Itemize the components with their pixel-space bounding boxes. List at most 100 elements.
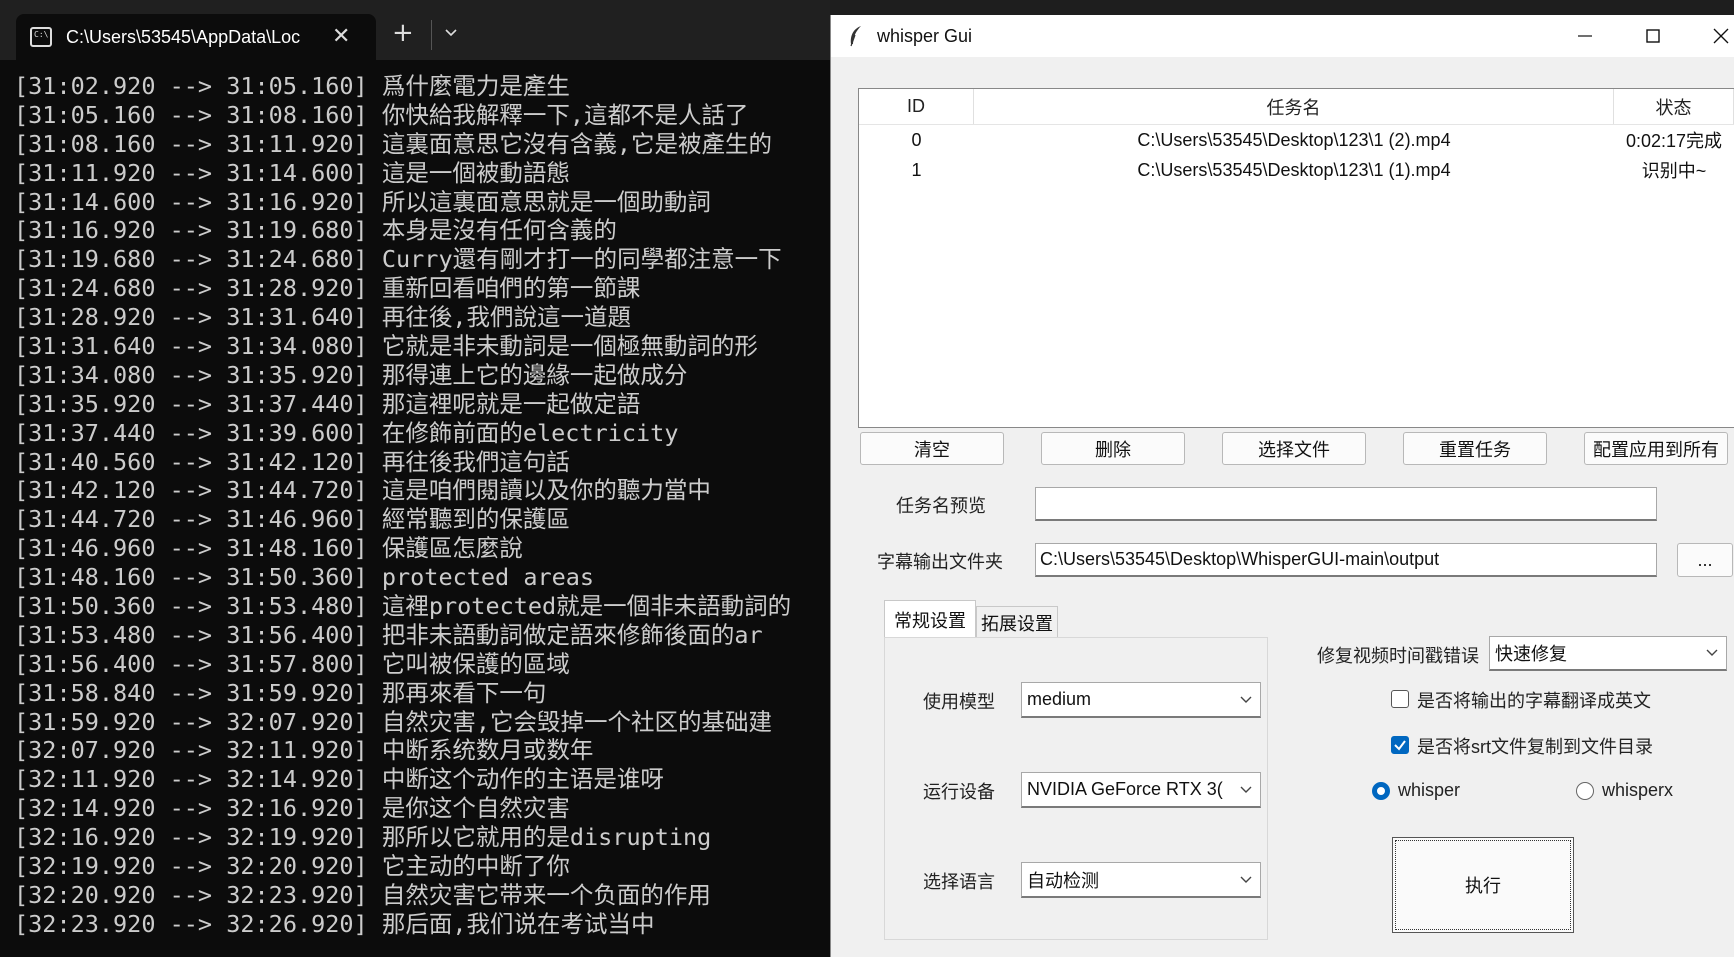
radio-whisperx-label: whisperx <box>1602 780 1674 800</box>
preview-field[interactable] <box>1035 487 1657 521</box>
maximize-icon <box>1646 29 1660 43</box>
terminal-line: [31:24.680 --> 31:28.920] 重新回看咱們的第一節課 <box>14 274 641 303</box>
terminal-tab-bar: C:\Users\53545\AppData\Loc ✕ + <box>0 0 830 60</box>
close-button[interactable] <box>1691 15 1734 57</box>
terminal-line: [31:34.080 --> 31:35.920] 那得連上它的邊緣一起做成分 <box>14 360 688 389</box>
column-header-name[interactable]: 任务名 <box>974 89 1614 124</box>
terminal-line: [32:16.920 --> 32:19.920] 那所以它就用的是disrup… <box>14 823 712 852</box>
terminal-line: [31:35.920 --> 31:37.440] 那這裡呢就是一起做定語 <box>14 389 641 418</box>
minimize-icon <box>1578 35 1592 37</box>
terminal-line: [31:40.560 --> 31:42.120] 再往後我們這句話 <box>14 447 570 476</box>
close-icon <box>1713 28 1729 44</box>
tab-divider <box>431 20 432 50</box>
delete-button[interactable]: 删除 <box>1041 432 1185 465</box>
chevron-down-icon <box>1706 649 1718 656</box>
fix-timestamp-value: 快速修复 <box>1495 644 1567 664</box>
radio-whisperx[interactable] <box>1576 782 1594 800</box>
terminal-tab-title: C:\Users\53545\AppData\Loc <box>66 26 301 47</box>
terminal-line: [31:14.600 --> 31:16.920] 所以這裏面意思就是一個助動詞 <box>14 187 711 216</box>
execute-button[interactable]: 执行 <box>1392 837 1574 933</box>
output-folder-label: 字幕输出文件夹 <box>877 552 1003 572</box>
terminal-line: [31:50.360 --> 31:53.480] 這裡protected就是一… <box>14 592 792 621</box>
feather-icon <box>850 26 861 47</box>
terminal-tab[interactable]: C:\Users\53545\AppData\Loc ✕ <box>16 14 376 60</box>
new-tab-icon[interactable]: + <box>392 20 414 46</box>
radio-whisper-label: whisper <box>1398 780 1461 800</box>
model-label: 使用模型 <box>923 692 995 712</box>
task-name: C:\Users\53545\Desktop\123\1 (1).mp4 <box>1137 159 1451 180</box>
task-id: 1 <box>911 159 922 180</box>
task-table[interactable]: ID 任务名 状态 0 C:\Users\53545\Desktop\123\1… <box>858 88 1734 428</box>
terminal-line: [31:08.160 --> 31:11.920] 這裏面意思它沒有含義,它是被… <box>14 129 773 158</box>
select-file-button[interactable]: 选择文件 <box>1222 432 1366 465</box>
terminal-window: C:\Users\53545\AppData\Loc ✕ + [31:02.92… <box>0 0 830 957</box>
language-label: 选择语言 <box>923 872 995 892</box>
language-value: 自动检测 <box>1027 870 1099 891</box>
task-status: 识别中~ <box>1641 161 1707 181</box>
fix-timestamp-select[interactable]: 快速修复 <box>1489 636 1727 671</box>
cmd-icon <box>30 27 52 47</box>
fix-timestamp-label: 修复视频时间戳错误 <box>1317 646 1479 666</box>
terminal-line: [31:02.920 --> 31:05.160] 爲什麼電力是產生 <box>14 72 570 100</box>
terminal-line: [32:14.920 --> 32:16.920] 是你这个自然灾害 <box>14 794 570 823</box>
tab-general-settings[interactable]: 常规设置 <box>884 600 976 638</box>
terminal-line: [31:37.440 --> 31:39.600] 在修飾前面的electric… <box>14 418 679 447</box>
copy-srt-checkbox[interactable] <box>1391 736 1409 754</box>
terminal-line: [31:48.160 --> 31:50.360] protected area… <box>14 563 595 592</box>
terminal-line: [31:46.960 --> 31:48.160] 保護區怎麼說 <box>14 534 523 563</box>
chevron-down-icon <box>1240 786 1252 793</box>
title-bar: whisper Gui <box>831 15 1734 57</box>
terminal-line: [31:56.400 --> 31:57.800] 它叫被保護的區域 <box>14 649 570 678</box>
terminal-line: [31:53.480 --> 31:56.400] 把非未語動詞做定語來修飾後面… <box>14 620 763 649</box>
table-row[interactable]: 1 C:\Users\53545\Desktop\123\1 (1).mp4 识… <box>859 155 1734 185</box>
window-title: whisper Gui <box>877 25 973 46</box>
terminal-line: [31:28.920 --> 31:31.640] 再往後,我們說這一道題 <box>14 303 632 332</box>
clear-button[interactable]: 清空 <box>860 432 1004 465</box>
terminal-line: [31:58.840 --> 31:59.920] 那再來看下一句 <box>14 678 547 707</box>
device-select[interactable]: NVIDIA GeForce RTX 3( <box>1021 772 1261 808</box>
close-tab-icon[interactable]: ✕ <box>332 26 350 48</box>
whisper-gui-window: whisper Gui ID 任务名 状态 0 C:\Users\53545\D… <box>830 15 1734 957</box>
column-header-id[interactable]: ID <box>859 89 974 124</box>
preview-label: 任务名预览 <box>896 496 986 516</box>
check-icon <box>1394 740 1406 751</box>
terminal-line: [31:11.920 --> 31:14.600] 這是一個被動語態 <box>14 158 570 187</box>
translate-label: 是否将输出的字幕翻译成英文 <box>1417 691 1651 711</box>
language-select[interactable]: 自动检测 <box>1021 862 1261 898</box>
terminal-line: [31:05.160 --> 31:08.160] 你快給我解釋一下,這都不是人… <box>14 100 749 129</box>
chevron-down-icon <box>1240 876 1252 883</box>
model-value: medium <box>1027 689 1092 709</box>
table-row[interactable]: 0 C:\Users\53545\Desktop\123\1 (2).mp4 0… <box>859 125 1734 155</box>
terminal-line: [32:23.920 --> 32:26.920] 那后面,我们说在考试当中 <box>14 909 655 938</box>
chevron-down-icon[interactable] <box>444 26 458 40</box>
terminal-line: [32:11.920 --> 32:14.920] 中断这个动作的主语是谁呀 <box>14 765 664 794</box>
column-header-status[interactable]: 状态 <box>1614 89 1734 124</box>
device-value: NVIDIA GeForce RTX 3( <box>1027 779 1223 799</box>
terminal-line: [31:19.680 --> 31:24.680] Curry還有剛才打一的同學… <box>14 245 782 274</box>
translate-checkbox[interactable] <box>1391 690 1409 708</box>
chevron-down-icon <box>1240 696 1252 703</box>
browse-button[interactable]: ... <box>1677 543 1733 577</box>
output-folder-field[interactable]: C:\Users\53545\Desktop\WhisperGUI-main\o… <box>1035 543 1657 577</box>
apply-all-button[interactable]: 配置应用到所有 <box>1584 432 1728 465</box>
table-header: ID 任务名 状态 <box>859 89 1734 125</box>
reset-task-button[interactable]: 重置任务 <box>1403 432 1547 465</box>
terminal-line: [32:20.920 --> 32:23.920] 自然灾害它带来一个负面的作用 <box>14 880 711 909</box>
terminal-line: [31:16.920 --> 31:19.680] 本身是沒有任何含義的 <box>14 216 617 245</box>
copy-srt-label: 是否将srt文件复制到文件目录 <box>1417 737 1653 757</box>
model-select[interactable]: medium <box>1021 682 1261 718</box>
tab-extended-settings[interactable]: 拓展设置 <box>976 606 1058 638</box>
device-label: 运行设备 <box>923 782 995 802</box>
terminal-line: [31:31.640 --> 31:34.080] 它就是非未動詞是一個極無動詞… <box>14 332 758 361</box>
minimize-button[interactable] <box>1555 15 1615 57</box>
task-name: C:\Users\53545\Desktop\123\1 (2).mp4 <box>1137 129 1451 150</box>
terminal-line: [31:42.120 --> 31:44.720] 這是咱們閱讀以及你的聽力當中 <box>14 476 711 505</box>
maximize-button[interactable] <box>1623 15 1683 57</box>
terminal-line: [31:44.720 --> 31:46.960] 經常聽到的保護區 <box>14 505 570 534</box>
terminal-output: [31:02.920 --> 31:05.160] 爲什麼電力是產生 [31:05… <box>14 72 830 939</box>
terminal-line: [32:07.920 --> 32:11.920] 中断系统数月或数年 <box>14 736 594 765</box>
radio-whisper[interactable] <box>1372 782 1390 800</box>
task-status: 0:02:17完成 <box>1625 131 1723 151</box>
terminal-line: [31:59.920 --> 32:07.920] 自然灾害,它会毁掉一个社区的… <box>14 707 773 736</box>
task-id: 0 <box>911 129 922 150</box>
